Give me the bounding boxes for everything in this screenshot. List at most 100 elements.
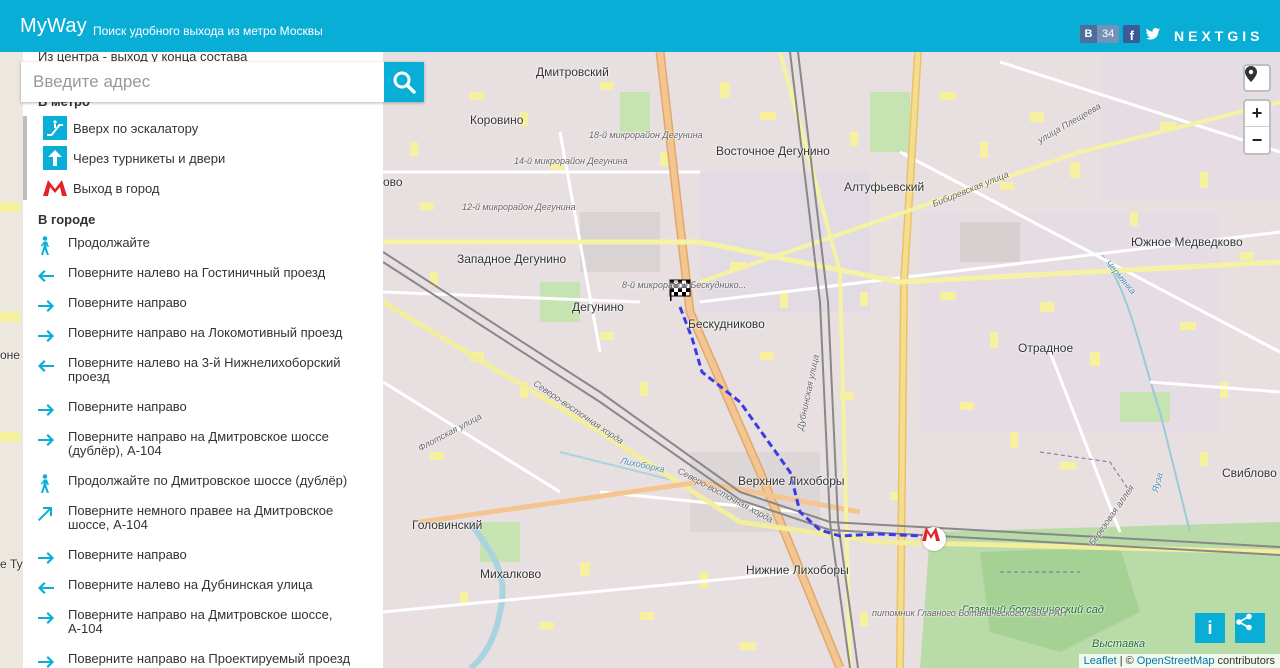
city-step-label: Поверните направо на Проектируемый проез…	[68, 651, 351, 666]
city-step: Поверните налево на Дубнинская улица	[38, 578, 368, 598]
city-step-label: Поверните направо	[68, 295, 187, 310]
city-step: Продолжайте	[38, 236, 368, 256]
place-label: оне	[0, 348, 20, 362]
escalator-up-icon	[43, 116, 67, 140]
metro-step-label: Выход в город	[73, 180, 160, 196]
place-label: Верхние Лихоборы	[738, 474, 845, 488]
metro-step: Вверх по эскалатору	[43, 116, 198, 140]
city-step-label: Продолжайте по Дмитровское шоссе (дублёр…	[68, 473, 348, 488]
location-pin-icon	[1245, 66, 1257, 82]
vk-icon: В	[1080, 25, 1097, 43]
city-step: Поверните направо на Проектируемый проез…	[38, 652, 368, 668]
city-step: Продолжайте по Дмитровское шоссе (дублёр…	[38, 474, 368, 494]
search-icon	[393, 71, 416, 94]
place-label: Алтуфьевский	[844, 180, 925, 194]
city-step: Поверните немного правее на Дмитровское …	[38, 504, 368, 532]
city-step-label: Поверните немного правее на Дмитровское …	[68, 503, 334, 532]
arrow-up-icon	[43, 146, 67, 170]
place-label: 18-й микрорайон Дегунина	[589, 130, 703, 140]
place-label: 12-й микрорайон Дегунина	[462, 202, 576, 212]
arrow-left-icon	[38, 578, 68, 598]
city-step: Поверните направо	[38, 296, 368, 316]
locate-button[interactable]	[1243, 64, 1271, 92]
metro-logo-icon	[43, 176, 67, 200]
place-label: 14-й микрорайон Дегунина	[514, 156, 628, 166]
city-step-label: Поверните направо	[68, 399, 187, 414]
place-label: Дегунино	[572, 300, 624, 314]
city-step: Поверните направо на Дмитровское шоссе, …	[38, 608, 368, 636]
arrow-right-icon	[38, 430, 68, 450]
pedestrian-icon	[38, 474, 68, 494]
leaflet-link[interactable]: Leaflet	[1084, 655, 1117, 667]
attribution-separator: | ©	[1119, 655, 1134, 667]
arrow-right-icon	[38, 548, 68, 568]
share-button[interactable]	[1235, 613, 1265, 643]
place-label: Бескудниково	[688, 317, 765, 331]
address-search	[21, 62, 424, 102]
city-step: Поверните направо на Локомотивный проезд	[38, 326, 368, 346]
attribution-contributors: contributors	[1217, 655, 1275, 667]
arrow-slight-right-icon	[38, 504, 68, 524]
city-step-label: Поверните направо на Локомотивный проезд	[68, 325, 343, 340]
city-step: Поверните налево на Гостиничный проезд	[38, 266, 368, 286]
place-label: Отрадное	[1018, 341, 1074, 355]
metro-step: Через турникеты и двери	[43, 146, 225, 170]
app-header: MyWay Поиск удобного выхода из метро Мос…	[0, 0, 1280, 52]
metro-step-label: Через турникеты и двери	[73, 150, 226, 166]
arrow-left-icon	[38, 266, 68, 286]
zoom-control: + −	[1243, 99, 1271, 155]
share-icon	[1236, 613, 1252, 631]
directions-panel[interactable]: Из центра - выход у конца состава В метр…	[23, 52, 383, 668]
zoom-in-button[interactable]: +	[1245, 101, 1269, 127]
osm-link[interactable]: OpenStreetMap	[1137, 655, 1215, 667]
search-button[interactable]	[384, 62, 424, 102]
social-buttons: В 34 f	[1080, 25, 1162, 43]
place-label: Нижние Лихоборы	[746, 563, 849, 577]
map-attribution: Leaflet | © OpenStreetMap contributors	[1078, 654, 1280, 668]
place-label: Западное Дегунино	[457, 252, 567, 266]
place-label: Коровино	[470, 113, 524, 127]
city-step: Поверните налево на 3-й Нижнелихоборский…	[38, 356, 368, 384]
nextgis-logo[interactable]: NEXTGIS	[1174, 28, 1263, 44]
app-tagline: Поиск удобного выхода из метро Москвы	[93, 24, 323, 38]
city-step: Поверните направо	[38, 548, 368, 568]
city-step-label: Поверните налево на Гостиничный проезд	[68, 265, 326, 280]
place-label: ово	[383, 175, 403, 189]
arrow-right-icon	[38, 608, 68, 628]
place-label: Выставка	[1092, 638, 1146, 650]
place-label: Свиблово	[1222, 466, 1277, 480]
metro-step: Выход в город	[43, 176, 159, 200]
place-label: Михалково	[480, 567, 542, 581]
city-step: Поверните направо	[38, 400, 368, 420]
arrow-right-icon	[38, 326, 68, 346]
arrow-right-icon	[38, 296, 68, 316]
twitter-icon	[1146, 28, 1161, 40]
city-step-label: Поверните направо на Дмитровское шоссе (…	[68, 429, 329, 458]
place-label: Южное Медведково	[1131, 235, 1243, 249]
facebook-share-button[interactable]: f	[1123, 25, 1141, 43]
app-logo[interactable]: MyWay	[20, 15, 87, 38]
place-label: Восточное Дегунино	[716, 144, 830, 158]
city-step-label: Поверните налево на 3-й Нижнелихоборский…	[68, 355, 341, 384]
scrollbar-thumb[interactable]	[23, 116, 27, 200]
city-step-label: Продолжайте	[68, 235, 150, 250]
place-label: е Ту	[0, 557, 23, 571]
address-search-input[interactable]	[21, 62, 384, 102]
city-step-label: Поверните налево на Дубнинская улица	[68, 577, 313, 592]
city-step-label: Поверните направо на Дмитровское шоссе, …	[68, 607, 333, 636]
vk-share-count: 34	[1097, 25, 1120, 43]
pedestrian-icon	[38, 236, 68, 256]
info-button[interactable]: i	[1195, 613, 1225, 643]
arrow-left-icon	[38, 356, 68, 376]
place-label: питомник Главного Ботанического сада РАН	[872, 608, 1067, 618]
twitter-share-button[interactable]	[1144, 25, 1162, 43]
city-step: Поверните направо на Дмитровское шоссе (…	[38, 430, 368, 458]
city-step-label: Поверните направо	[68, 547, 187, 562]
city-section-title: В городе	[38, 212, 96, 227]
zoom-out-button[interactable]: −	[1245, 127, 1269, 153]
metro-step-label: Вверх по эскалатору	[73, 120, 199, 136]
place-label: 8-й микрорайон Бескуднико...	[622, 280, 746, 290]
arrow-right-icon	[38, 400, 68, 420]
vk-share-button[interactable]: В 34	[1080, 25, 1120, 43]
metro-station-marker-icon[interactable]	[922, 527, 946, 551]
